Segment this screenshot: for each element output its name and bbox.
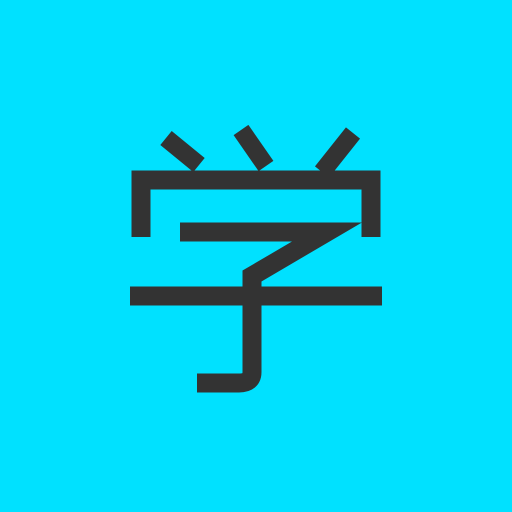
icon-background bbox=[0, 0, 512, 512]
xue-character-icon bbox=[0, 0, 512, 512]
app-icon: 学 bbox=[0, 0, 512, 512]
